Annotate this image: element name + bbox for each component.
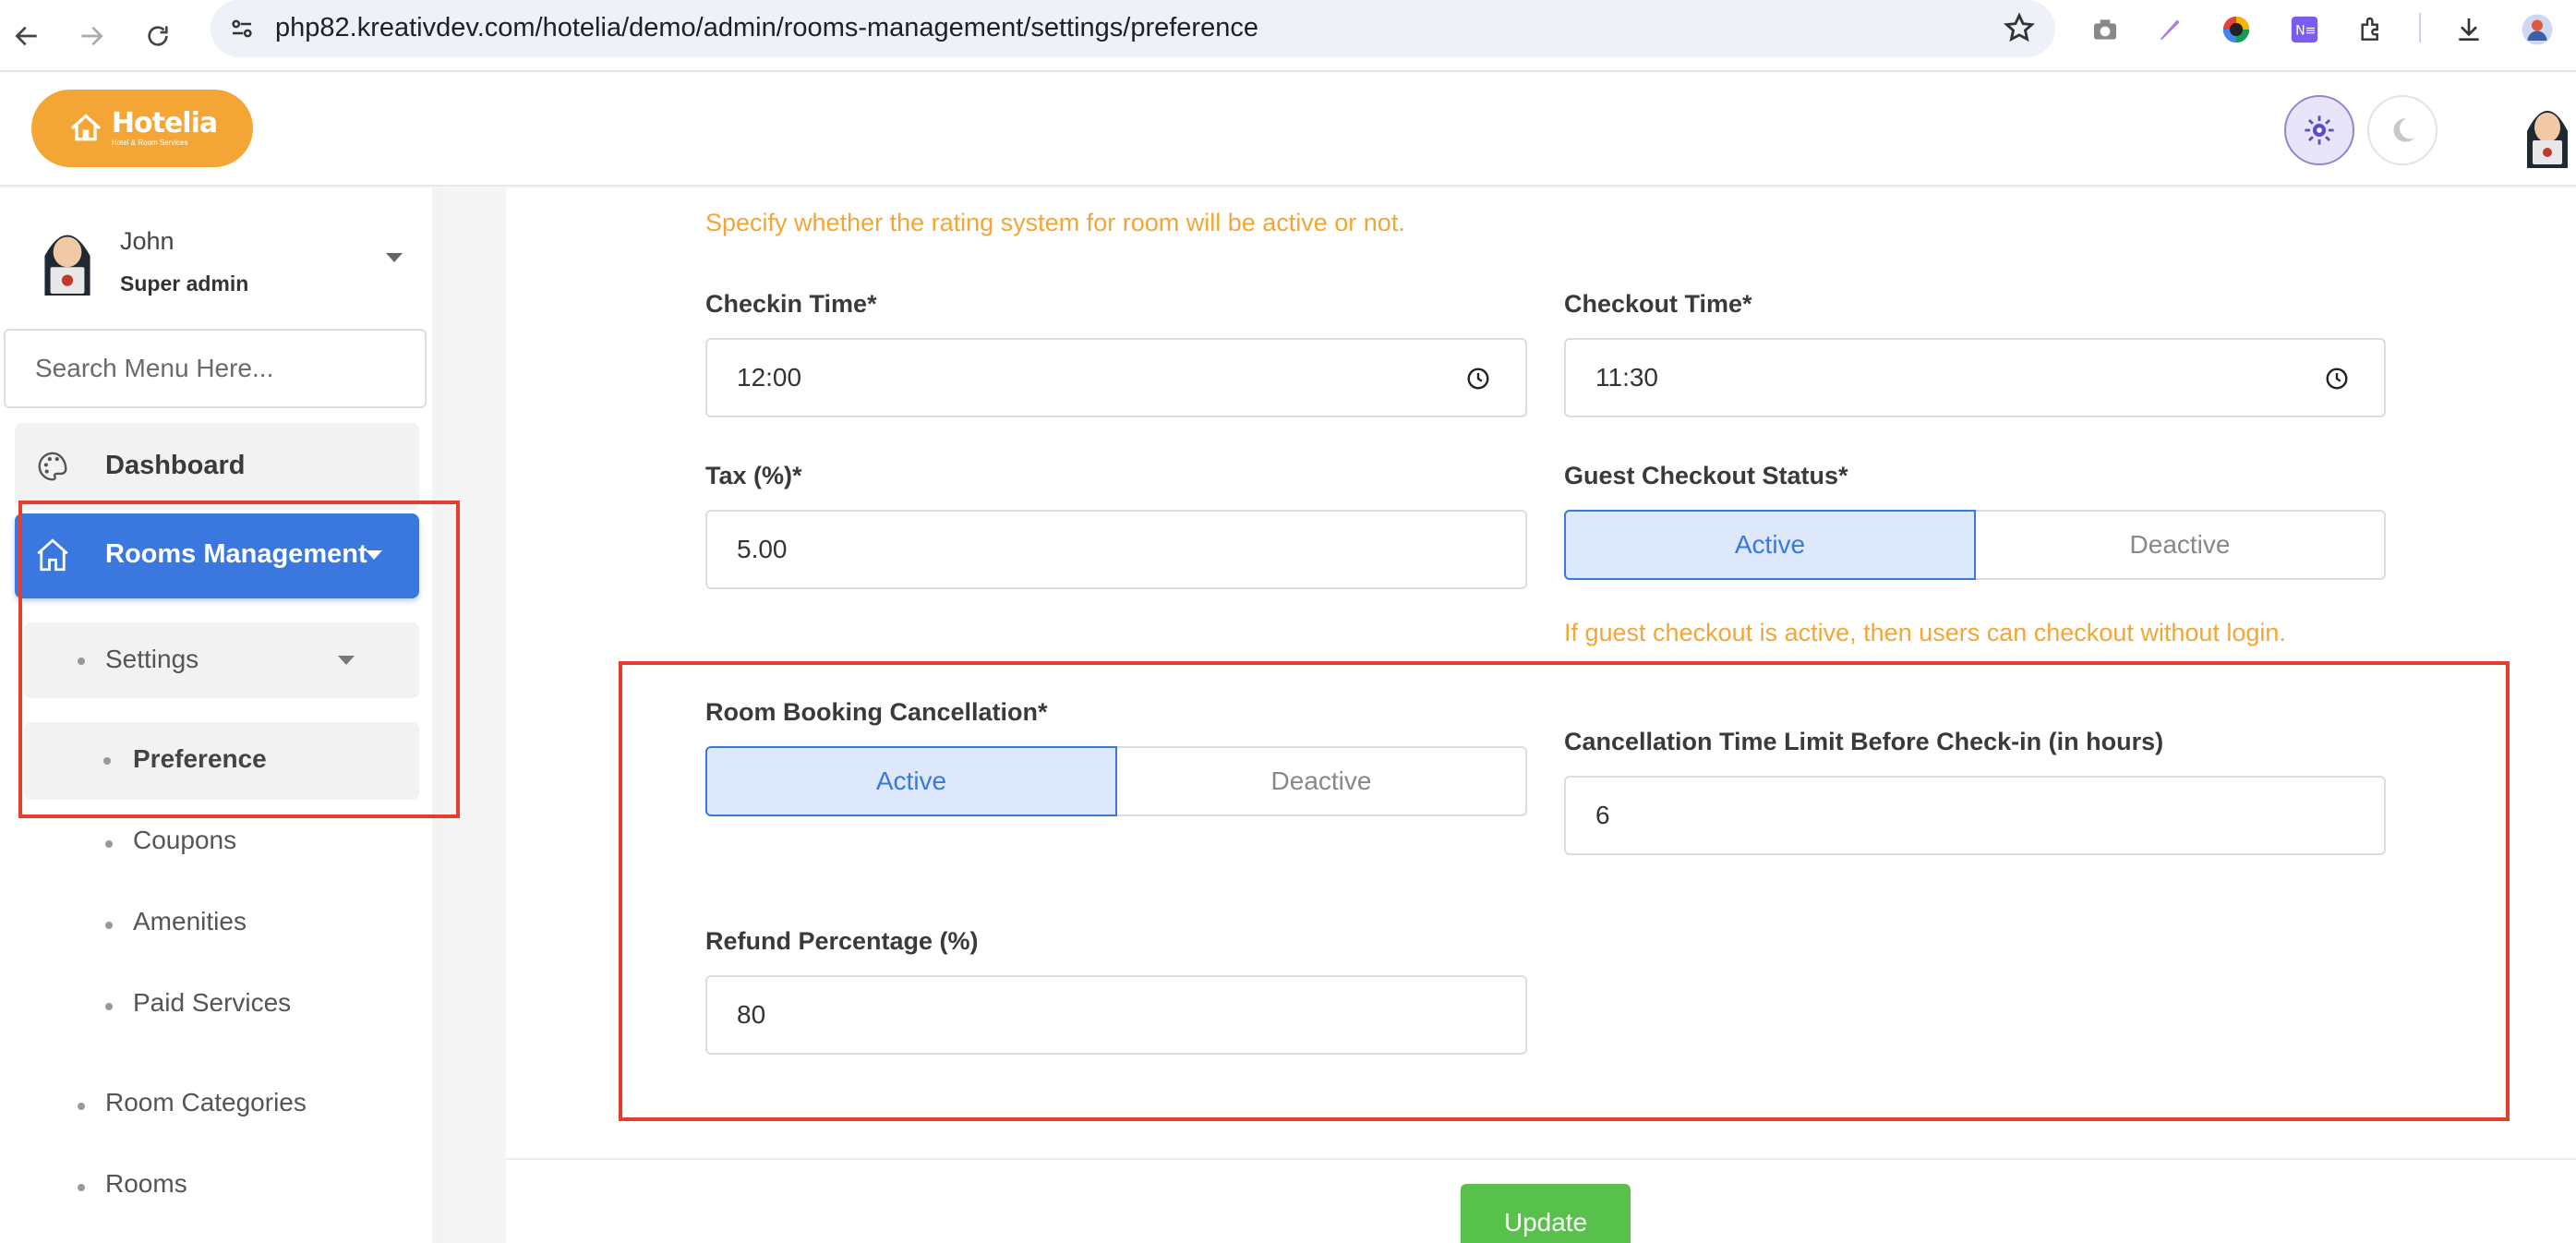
bullet-icon [78,1103,85,1110]
header-avatar[interactable] [2519,91,2576,168]
checkin-time-input[interactable]: 12:00 [705,338,1527,417]
puzzle-extensions-icon[interactable] [2353,11,2389,48]
tax-label: Tax (%)* [705,462,802,489]
sidebar-item-dashboard[interactable]: Dashboard [15,423,419,510]
checkin-time-value: 12:00 [737,363,802,392]
clock-icon[interactable] [1466,367,1490,391]
forward-button[interactable] [68,13,114,59]
tax-input[interactable]: 5.00 [705,510,1527,589]
chevron-down-icon[interactable] [386,253,403,262]
hacker-avatar-icon [2527,111,2568,168]
browser-toolbar: php82.kreativdev.com/hotelia/demo/admin/… [0,0,2576,72]
download-icon[interactable] [2450,11,2487,48]
guest-checkout-deactive-button[interactable]: Deactive [1976,510,2386,580]
bullet-icon [105,1003,113,1010]
arrow-right-icon [81,26,103,46]
guest-checkout-label: Guest Checkout Status* [1564,462,1848,489]
back-button[interactable] [4,13,50,59]
notes-extension-icon[interactable]: N≡ [2286,11,2323,48]
user-name: John [120,227,175,255]
logo-tagline: Hotel & Room Services [111,139,188,147]
checkout-time-label: Checkout Time* [1564,290,1752,318]
app-header: Hotelia Hotel & Room Services [0,74,2576,187]
url-text[interactable]: php82.kreativdev.com/hotelia/demo/admin/… [275,13,1258,43]
bookmark-star-icon[interactable] [2002,11,2037,46]
rating-hint: Specify whether the rating system for ro… [705,209,1405,236]
arrow-left-icon [15,26,37,46]
checkout-time-input[interactable]: 11:30 [1564,338,2386,417]
guest-checkout-hint: If guest checkout is active, then users … [1564,619,2286,646]
sidebar-item-label: Dashboard [105,451,246,480]
user-role: Super admin [120,272,249,296]
hotel-logo-icon [70,114,101,141]
sidebar-item-rooms[interactable]: Rooms [105,1169,187,1199]
form-footer-divider [506,1158,2576,1160]
profile-icon[interactable] [2519,11,2556,48]
sidebar-highlight-box [18,501,460,818]
sidebar-item-paid-services[interactable]: Paid Services [133,988,291,1018]
guest-checkout-toggle: Active Deactive [1564,510,2386,580]
hotelia-logo[interactable]: Hotelia Hotel & Room Services [31,90,253,167]
update-button[interactable]: Update [1461,1184,1631,1243]
checkout-time-value: 11:30 [1595,363,1658,392]
dark-theme-button[interactable] [2367,95,2438,165]
pen-extension-icon[interactable] [2151,11,2188,48]
clock-icon[interactable] [2325,367,2349,391]
bullet-icon [105,922,113,929]
reload-icon [148,26,168,46]
cancellation-highlight-box [619,661,2510,1121]
tax-value: 5.00 [737,535,788,563]
color-extension-icon[interactable] [2218,11,2255,48]
moon-icon [2393,118,2414,142]
palette-icon [38,452,67,481]
bullet-icon [78,1184,85,1191]
camera-icon[interactable] [2087,11,2124,48]
bullet-icon [105,840,113,848]
checkin-time-label: Checkin Time* [705,290,877,318]
site-info-icon[interactable] [223,10,260,47]
reload-button[interactable] [135,13,181,59]
light-theme-button[interactable] [2284,95,2354,165]
sidebar-item-coupons[interactable]: Coupons [133,826,236,855]
sun-icon [2305,115,2334,145]
svg-text:N≡: N≡ [2295,24,2316,39]
user-avatar [33,216,102,296]
logo-name: Hotelia [111,107,218,139]
sidebar-item-amenities[interactable]: Amenities [133,907,247,936]
guest-checkout-active-button[interactable]: Active [1564,510,1976,580]
user-profile-menu[interactable]: John Super admin [33,216,421,308]
menu-search-input[interactable] [4,329,427,408]
sidebar-item-room-categories[interactable]: Room Categories [105,1088,307,1117]
address-bar[interactable]: php82.kreativdev.com/hotelia/demo/admin/… [211,0,2055,57]
hacker-avatar-icon [44,235,90,296]
toolbar-separator [2419,13,2421,42]
